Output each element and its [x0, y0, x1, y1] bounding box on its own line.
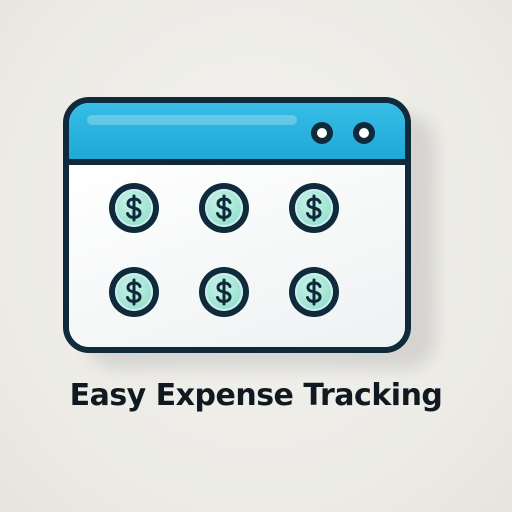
- dollar-coin-icon: [199, 183, 249, 233]
- title-bar-highlight: [87, 115, 297, 125]
- dollar-sign-icon: [306, 194, 322, 222]
- dollar-coin-icon: [109, 267, 159, 317]
- dollar-sign-icon: [306, 278, 322, 306]
- dollar-coin-icon: [289, 267, 339, 317]
- content-area: [69, 165, 405, 347]
- dollar-sign-icon: [216, 278, 232, 306]
- illustration: Easy Expense Tracking: [0, 0, 512, 512]
- dollar-sign-icon: [126, 194, 142, 222]
- app-window-icon: [63, 97, 411, 353]
- dollar-coin-icon: [199, 267, 249, 317]
- dollar-coin-icon: [109, 183, 159, 233]
- dollar-sign-icon: [126, 278, 142, 306]
- window-dot: [311, 122, 333, 144]
- dollar-sign-icon: [216, 194, 232, 222]
- window-dot: [353, 122, 375, 144]
- title-bar: [69, 103, 405, 165]
- tagline-text: Easy Expense Tracking: [69, 378, 443, 413]
- dollar-coin-icon: [289, 183, 339, 233]
